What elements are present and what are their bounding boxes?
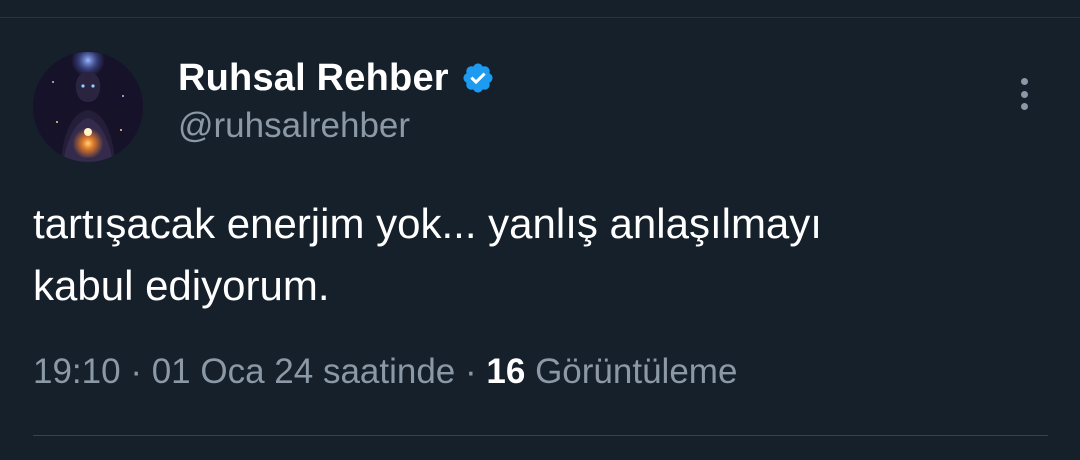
views-count[interactable]: 16: [486, 352, 525, 391]
tweet-detail: Ruhsal Rehber @ruhsalrehber tartışacak e…: [0, 0, 1080, 460]
tweet-date[interactable]: 01 Oca 24 saatinde: [152, 352, 456, 391]
tweet-meta: 19:10 · 01 Oca 24 saatinde · 16 Görüntül…: [33, 352, 737, 392]
author-row: Ruhsal Rehber: [178, 52, 495, 104]
meta-separator: ·: [465, 352, 477, 391]
tweet-text-line-1: tartışacak enerjim yok... yanlış anlaşıl…: [33, 200, 822, 247]
tweet-text-line-2: kabul ediyorum.: [33, 262, 330, 309]
verified-badge-icon[interactable]: [461, 61, 495, 95]
display-name[interactable]: Ruhsal Rehber: [178, 57, 449, 100]
more-vertical-icon: [1020, 78, 1028, 85]
author-handle[interactable]: @ruhsalrehber: [178, 106, 410, 146]
tweet-text: tartışacak enerjim yok... yanlış anlaşıl…: [33, 193, 1033, 317]
top-divider: [0, 17, 1080, 18]
bottom-divider: [33, 435, 1048, 436]
tweet-time[interactable]: 19:10: [33, 352, 121, 391]
avatar[interactable]: [33, 52, 143, 162]
meta-separator: ·: [130, 352, 142, 391]
more-vertical-icon-dot: [1020, 103, 1028, 110]
more-options-button[interactable]: [1004, 72, 1044, 116]
views-label[interactable]: Görüntüleme: [535, 352, 737, 391]
more-vertical-icon-dot: [1020, 90, 1028, 98]
avatar-glowing-figure-icon: [33, 52, 143, 162]
